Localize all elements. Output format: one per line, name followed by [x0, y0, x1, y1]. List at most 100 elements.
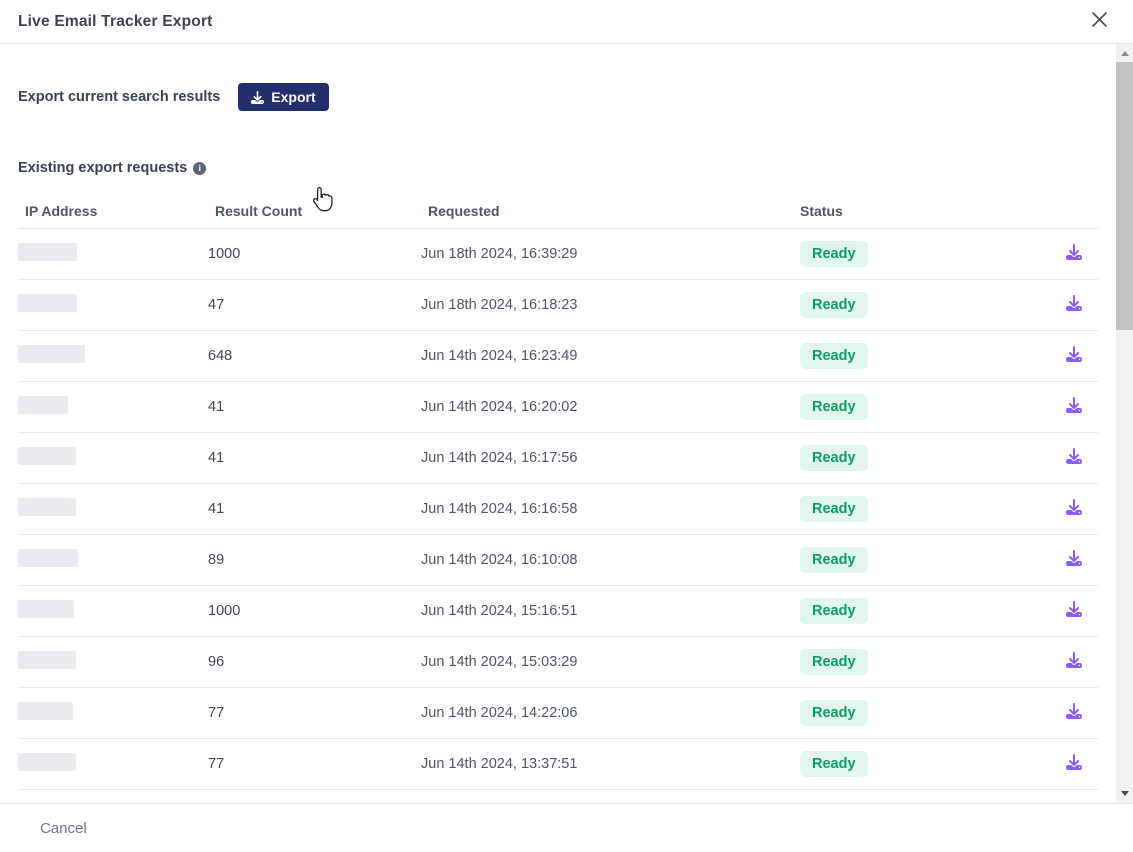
actions-cell: [1023, 448, 1098, 469]
status-cell: Ready: [793, 343, 1023, 369]
table-row: 41 Jun 14th 2024, 16:17:56 Ready: [18, 433, 1098, 484]
close-button[interactable]: [1089, 12, 1109, 32]
column-header-requested: Requested: [421, 203, 793, 219]
actions-cell: [1023, 244, 1098, 265]
status-badge: Ready: [800, 292, 868, 318]
status-cell: Ready: [793, 751, 1023, 777]
result-count-cell: 96: [208, 654, 421, 670]
download-icon: [251, 91, 264, 104]
modal-header: Live Email Tracker Export: [0, 0, 1133, 44]
ip-redacted-box: [18, 651, 76, 669]
export-requests-table: IP Address Result Count Requested Status…: [18, 194, 1098, 790]
result-count-cell: 77: [208, 756, 421, 772]
download-icon[interactable]: [1066, 346, 1082, 362]
scrollbar-up-arrow[interactable]: [1116, 46, 1133, 61]
download-icon[interactable]: [1066, 397, 1082, 413]
result-count-cell: 41: [208, 501, 421, 517]
modal-title: Live Email Tracker Export: [18, 13, 213, 31]
requested-cell: Jun 14th 2024, 15:16:51: [421, 603, 793, 619]
requested-cell: Jun 18th 2024, 16:39:29: [421, 246, 793, 262]
table-row: 648 Jun 14th 2024, 16:23:49 Ready: [18, 331, 1098, 382]
requested-cell: Jun 14th 2024, 16:10:08: [421, 552, 793, 568]
ip-redacted-box: [18, 243, 77, 261]
ip-redacted-box: [18, 702, 73, 720]
cancel-button[interactable]: Cancel: [40, 820, 87, 837]
requested-cell: Jun 14th 2024, 16:20:02: [421, 399, 793, 415]
status-cell: Ready: [793, 445, 1023, 471]
requests-heading: Existing export requests: [18, 160, 187, 176]
ip-address-cell: [18, 600, 208, 623]
status-badge: Ready: [800, 496, 868, 522]
requested-cell: Jun 14th 2024, 16:16:58: [421, 501, 793, 517]
status-badge: Ready: [800, 445, 868, 471]
export-button[interactable]: Export: [238, 83, 328, 111]
scrollbar-thumb[interactable]: [1116, 62, 1133, 330]
status-badge: Ready: [800, 394, 868, 420]
requested-cell: Jun 14th 2024, 13:37:51: [421, 756, 793, 772]
table-row: 96 Jun 14th 2024, 15:03:29 Ready: [18, 637, 1098, 688]
status-badge: Ready: [800, 598, 868, 624]
ip-address-cell: [18, 753, 208, 776]
close-icon: [1091, 11, 1108, 33]
actions-cell: [1023, 346, 1098, 367]
export-button-label: Export: [271, 89, 315, 105]
actions-cell: [1023, 550, 1098, 571]
result-count-cell: 89: [208, 552, 421, 568]
requests-heading-row: Existing export requests i: [18, 160, 1098, 176]
result-count-cell: 77: [208, 705, 421, 721]
result-count-cell: 1000: [208, 603, 421, 619]
status-cell: Ready: [793, 547, 1023, 573]
result-count-cell: 41: [208, 450, 421, 466]
status-cell: Ready: [793, 598, 1023, 624]
ip-address-cell: [18, 702, 208, 725]
download-icon[interactable]: [1066, 448, 1082, 464]
download-icon[interactable]: [1066, 295, 1082, 311]
export-row: Export current search results Export: [18, 83, 1098, 111]
download-icon[interactable]: [1066, 703, 1082, 719]
status-badge: Ready: [800, 241, 868, 267]
table-body: 1000 Jun 18th 2024, 16:39:29 Ready 47 Ju…: [18, 229, 1098, 790]
requested-cell: Jun 14th 2024, 14:22:06: [421, 705, 793, 721]
status-cell: Ready: [793, 394, 1023, 420]
actions-cell: [1023, 754, 1098, 775]
ip-address-cell: [18, 549, 208, 572]
actions-cell: [1023, 499, 1098, 520]
status-cell: Ready: [793, 649, 1023, 675]
actions-cell: [1023, 295, 1098, 316]
column-header-ip-address: IP Address: [18, 203, 208, 219]
ip-redacted-box: [18, 753, 76, 771]
status-cell: Ready: [793, 241, 1023, 267]
download-icon[interactable]: [1066, 652, 1082, 668]
table-row: 89 Jun 14th 2024, 16:10:08 Ready: [18, 535, 1098, 586]
table-row: 77 Jun 14th 2024, 13:37:51 Ready: [18, 739, 1098, 790]
ip-address-cell: [18, 396, 208, 419]
actions-cell: [1023, 652, 1098, 673]
requested-cell: Jun 18th 2024, 16:18:23: [421, 297, 793, 313]
table-row: 41 Jun 14th 2024, 16:20:02 Ready: [18, 382, 1098, 433]
status-cell: Ready: [793, 496, 1023, 522]
ip-address-cell: [18, 294, 208, 317]
table-row: 1000 Jun 18th 2024, 16:39:29 Ready: [18, 229, 1098, 280]
table-row: 77 Jun 14th 2024, 14:22:06 Ready: [18, 688, 1098, 739]
actions-cell: [1023, 397, 1098, 418]
ip-address-cell: [18, 651, 208, 674]
table-header-row: IP Address Result Count Requested Status: [18, 194, 1098, 229]
status-badge: Ready: [800, 343, 868, 369]
download-icon[interactable]: [1066, 244, 1082, 260]
ip-redacted-box: [18, 600, 74, 618]
ip-redacted-box: [18, 498, 76, 516]
ip-redacted-box: [18, 345, 85, 363]
scrollbar-down-arrow[interactable]: [1116, 786, 1133, 801]
ip-address-cell: [18, 243, 208, 266]
status-badge: Ready: [800, 700, 868, 726]
download-icon[interactable]: [1066, 601, 1082, 617]
modal-footer: Cancel: [0, 803, 1133, 852]
download-icon[interactable]: [1066, 550, 1082, 566]
table-row: 41 Jun 14th 2024, 16:16:58 Ready: [18, 484, 1098, 535]
download-icon[interactable]: [1066, 754, 1082, 770]
download-icon[interactable]: [1066, 499, 1082, 515]
result-count-cell: 41: [208, 399, 421, 415]
ip-address-cell: [18, 498, 208, 521]
info-circle-icon[interactable]: i: [193, 162, 206, 175]
ip-address-cell: [18, 345, 208, 368]
